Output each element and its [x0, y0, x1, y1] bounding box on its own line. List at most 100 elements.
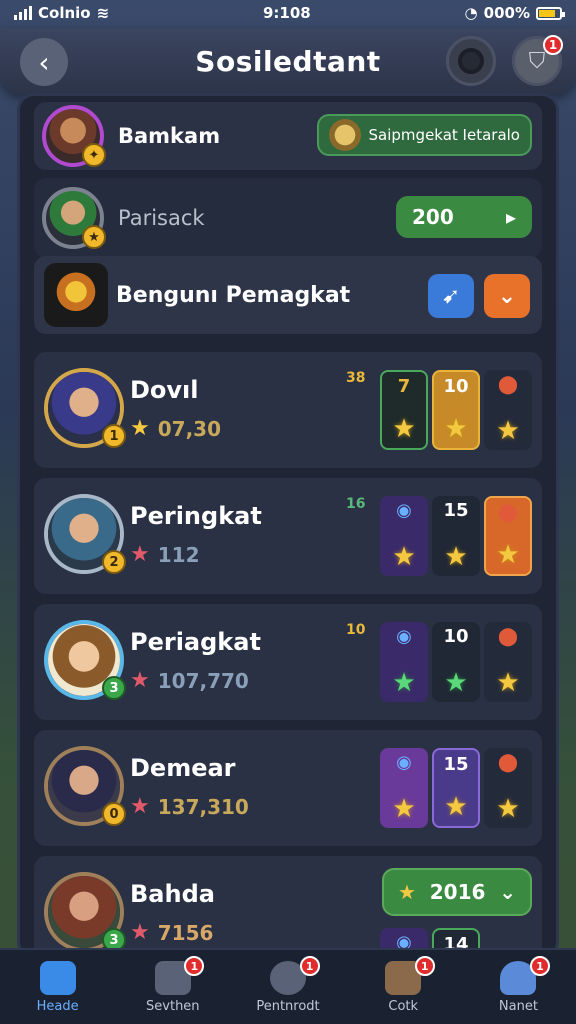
player-row[interactable]: 1 Dovıl ★ 07,30 38 7 ★ 10 ★ ⬤ ★ [34, 352, 542, 468]
nav-label: Heade [36, 998, 79, 1014]
reward-card[interactable]: 10 ★ [432, 370, 480, 450]
rank-label: 16 [346, 496, 366, 512]
player-row[interactable]: 3 Bahda ★ 7156 ★ 2016 ⌄ ◉ 14 [34, 856, 542, 956]
avatar: 3 [44, 872, 126, 952]
reward-card[interactable]: 15 ★ [432, 496, 480, 576]
year-chip[interactable]: ★ 2016 ⌄ [382, 868, 532, 916]
chevron-left-icon: ‹ [38, 45, 50, 79]
wing-icon: ➹ [441, 283, 461, 309]
avatar: 2 [44, 494, 126, 574]
bottom-nav: Heade 1 Sevthen 1 Pentnrodt 1 Cotk 1 Nan… [0, 948, 576, 1024]
nav-rank[interactable]: 1 Pentnrodt [230, 950, 345, 1024]
player-name: Periagkat [130, 628, 261, 656]
star-icon: ★ [130, 542, 150, 567]
pin-icon: ⬤ [497, 374, 519, 395]
battery-icon [535, 6, 565, 20]
row-name: Bengunı Pemagkat [116, 282, 351, 308]
nav-profile[interactable]: 1 Nanet [461, 950, 576, 1024]
level-badge: 0 [102, 802, 126, 826]
reward-card[interactable]: 15 ★ [432, 748, 480, 828]
shield-icon: ⛉ [528, 48, 546, 74]
helmet-icon [328, 119, 361, 151]
card-value: 7 [397, 376, 411, 397]
fire-icon [44, 263, 108, 327]
star-icon: ★ [496, 794, 520, 824]
back-button[interactable]: ‹ [20, 38, 68, 86]
page-title: Sosiledtant [195, 44, 381, 78]
reward-card[interactable]: ⬤ ★ [484, 370, 532, 450]
player-score: 107,770 [157, 668, 249, 693]
reward-card[interactable]: ◉ ★ [380, 622, 428, 702]
star-icon: ★ [392, 542, 416, 572]
notification-badge: 1 [414, 956, 435, 976]
star-icon: ★ [444, 668, 468, 698]
row-name: Bamkam [118, 124, 221, 148]
avatar: 0 [44, 746, 126, 826]
player-score: 137,310 [157, 794, 249, 819]
star-icon: ★ [130, 668, 150, 693]
card-value: 10 [443, 376, 469, 397]
nav-home[interactable]: Heade [0, 950, 115, 1024]
player-row[interactable]: 2 Peringkat ★ 112 16 ◉ ★ 15 ★ ⬤ ★ [34, 478, 542, 594]
nav-shop[interactable]: 1 Sevthen [115, 950, 230, 1024]
status-bar: Colnio ≋ 9:108 ◔ 000% [0, 0, 576, 26]
star-icon: ★ [392, 668, 416, 698]
avatar: 1 [44, 368, 126, 448]
reward-card[interactable]: ⬤ ★ [484, 748, 532, 828]
nav-chest[interactable]: 1 Cotk [346, 950, 461, 1024]
chevron-down-icon: ⌄ [497, 283, 517, 309]
carrier-label: Colnio [38, 4, 91, 22]
star-icon: ★ [392, 794, 416, 824]
event-row[interactable]: Bengunı Pemagkat ➹ ⌄ [34, 256, 542, 334]
orb-icon: ◉ [396, 626, 412, 647]
leaderboard-panel: ✦ Bamkam Saipmgekat Ietaralo ★ Parisack … [20, 96, 556, 956]
card-value: 15 [443, 500, 469, 521]
card-value: 10 [443, 626, 469, 647]
star-icon: ★ [398, 880, 416, 904]
orb-icon: ◉ [396, 752, 412, 773]
tag-label: Saipmgekat Ietaralo [368, 126, 520, 144]
nav-label: Pentnrodt [256, 998, 320, 1014]
level-badge: 3 [102, 676, 126, 700]
player-score: 7156 [157, 920, 214, 945]
avatar: ★ [42, 187, 106, 249]
nav-label: Cotk [388, 998, 419, 1014]
pin-icon: ⬤ [497, 502, 519, 523]
score-chip[interactable]: 200 ▸ [396, 196, 532, 238]
tag-chip[interactable]: Saipmgekat Ietaralo [316, 114, 532, 156]
avatar: 3 [44, 620, 126, 700]
rank-label: 10 [346, 622, 366, 638]
disc-button[interactable] [446, 36, 496, 86]
alarm-icon: ◔ [464, 4, 478, 22]
expand-button[interactable]: ⌄ [484, 274, 530, 318]
chevron-down-icon: ⌄ [499, 880, 516, 904]
player-score: 07,30 [157, 416, 221, 441]
reward-card[interactable]: ◉ ★ [380, 748, 428, 828]
notification-badge: 1 [184, 956, 205, 976]
star-icon: ★ [130, 416, 150, 441]
play-icon: ▸ [505, 205, 516, 229]
player-name: Dovıl [130, 376, 199, 404]
score-row[interactable]: ★ Parisack 200 ▸ [34, 178, 542, 258]
share-button[interactable]: ➹ [428, 274, 474, 318]
shield-button[interactable]: ⛉ 1 [512, 35, 563, 86]
pin-icon: ⬤ [497, 626, 519, 647]
player-row[interactable]: 3 Periagkat ★ 107,770 10 ◉ ★ 10 ★ ⬤ ★ [34, 604, 542, 720]
year-value: 2016 [429, 880, 486, 904]
reward-card[interactable]: ⬤ ★ [484, 496, 532, 576]
signal-icon [14, 6, 32, 20]
reward-card[interactable]: 10 ★ [432, 622, 480, 702]
reward-card[interactable]: 7 ★ [380, 370, 428, 450]
star-icon: ★ [444, 414, 468, 444]
row-name: Parisack [118, 206, 205, 230]
star-icon: ★ [392, 414, 416, 444]
featured-row[interactable]: ✦ Bamkam Saipmgekat Ietaralo [34, 102, 542, 170]
reward-card[interactable]: ⬤ ★ [484, 622, 532, 702]
reward-card[interactable]: ◉ ★ [380, 496, 428, 576]
player-name: Demear [130, 754, 236, 782]
score-value: 200 [412, 205, 454, 229]
star-icon: ★ [496, 416, 520, 446]
card-value: 15 [443, 754, 469, 775]
notification-badge: 1 [529, 956, 550, 976]
player-row[interactable]: 0 Demear ★ 137,310 ◉ ★ 15 ★ ⬤ ★ [34, 730, 542, 846]
